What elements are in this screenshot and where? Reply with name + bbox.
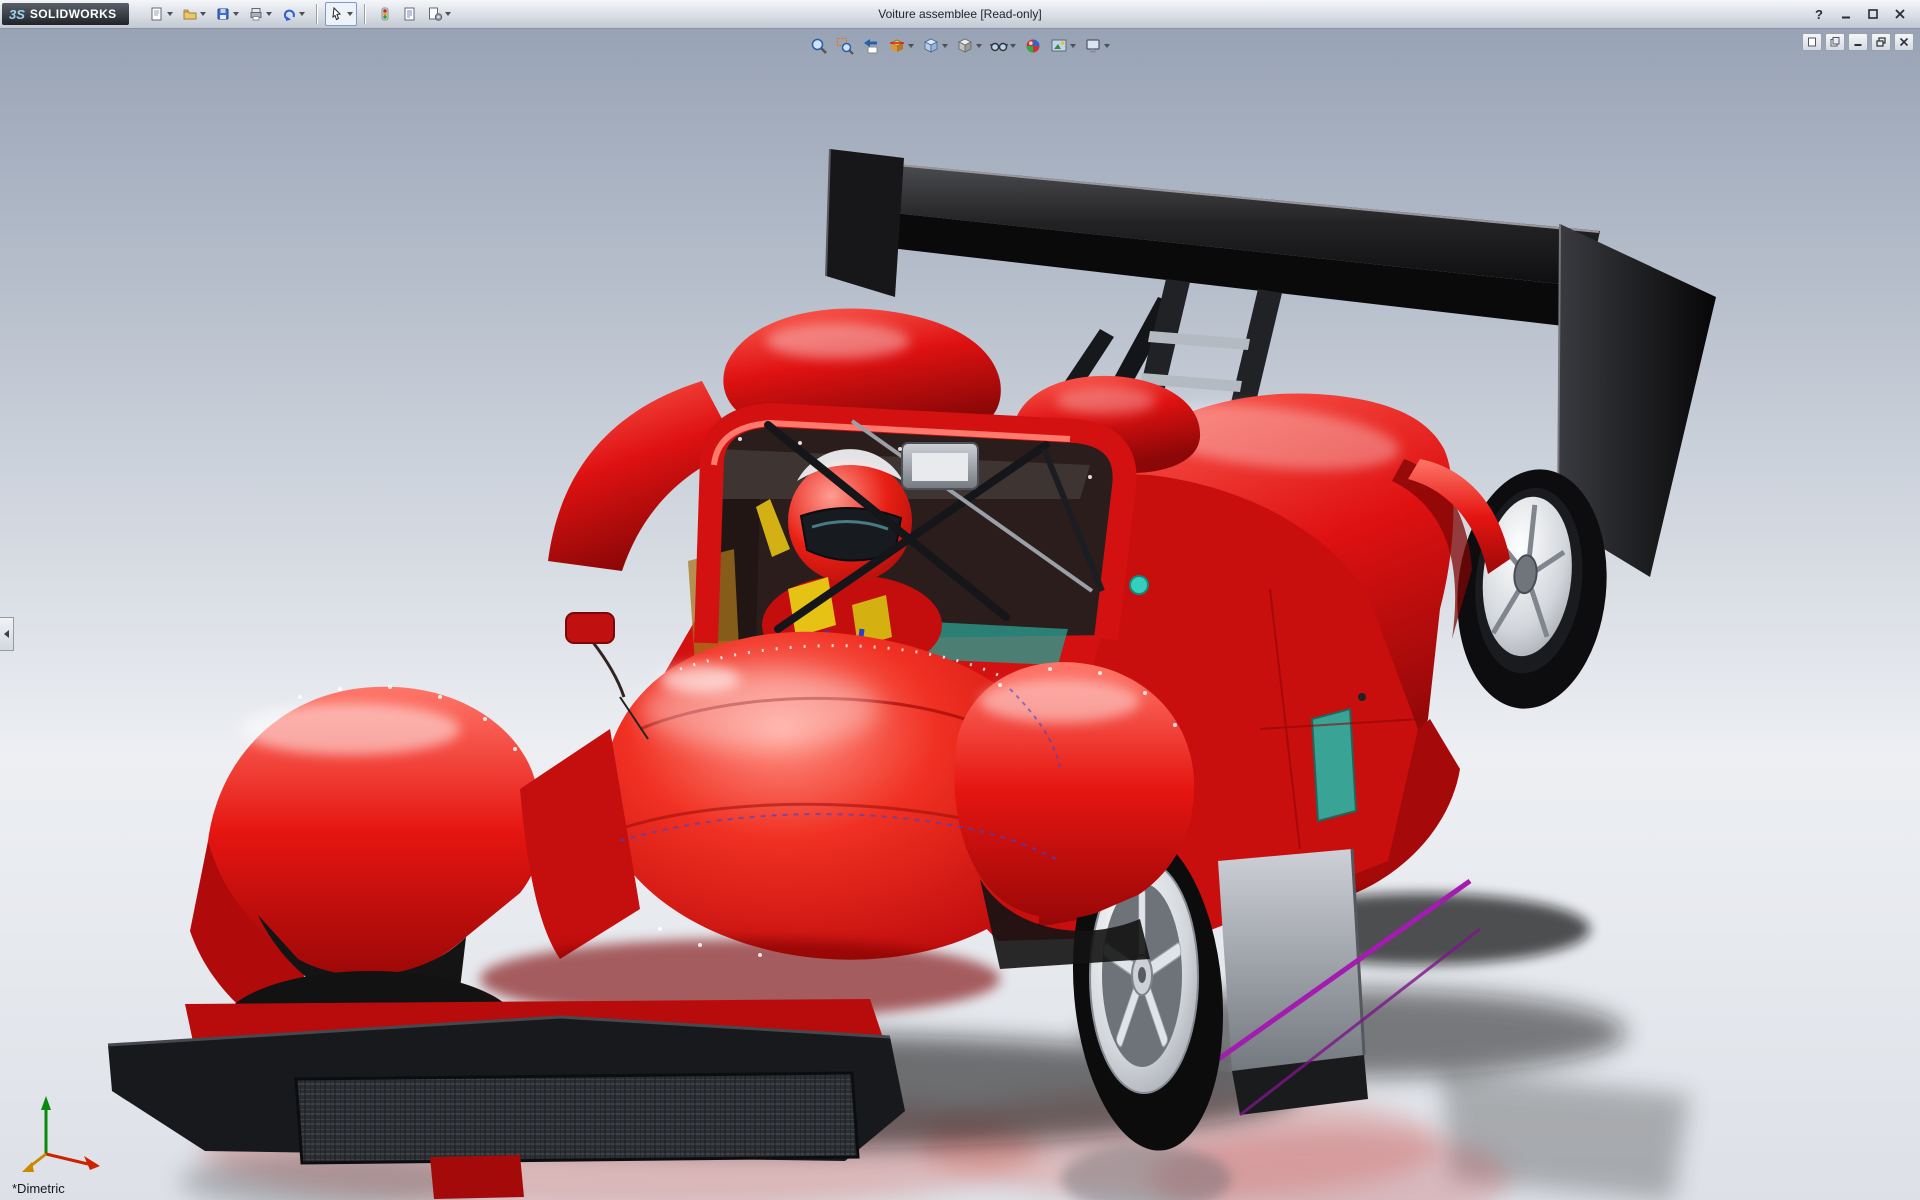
rebuild-button[interactable] [373, 2, 397, 26]
new-document-icon [149, 6, 165, 22]
chevron-left-icon [4, 630, 9, 638]
undo-icon [281, 6, 297, 22]
driver-helmet[interactable] [788, 449, 912, 583]
dropdown-caret-icon[interactable] [347, 12, 353, 16]
doc-close-icon [1899, 37, 1909, 47]
previous-view-button[interactable] [860, 34, 882, 58]
edit-appearance-button[interactable] [1022, 34, 1044, 58]
dropdown-caret-icon[interactable] [167, 12, 173, 16]
graphics-area[interactable]: *Dimetric [0, 29, 1920, 1200]
section-view-icon [888, 37, 906, 55]
dropdown-caret-icon[interactable] [942, 44, 948, 48]
doc-restore-button[interactable] [1871, 33, 1891, 51]
solidworks-logo: 3S SOLIDWORKS [2, 3, 129, 25]
doc-window-icon[interactable] [1802, 33, 1822, 51]
zoom-to-area-button[interactable] [834, 34, 856, 58]
document-window-controls [1802, 33, 1914, 51]
dropdown-caret-icon[interactable] [200, 12, 206, 16]
view-settings-button[interactable] [1082, 34, 1112, 58]
save-button[interactable] [211, 2, 243, 26]
close-icon [1894, 8, 1906, 20]
dropdown-caret-icon[interactable] [266, 12, 272, 16]
section-view-button[interactable] [886, 34, 916, 58]
doc-minimize-icon [1853, 37, 1863, 47]
maximize-icon [1867, 8, 1879, 20]
reference-triad[interactable] [16, 1092, 112, 1176]
title-bar: 3S SOLIDWORKS [0, 0, 1920, 29]
display-style-button[interactable] [954, 34, 984, 58]
dropdown-caret-icon[interactable] [908, 44, 914, 48]
dropdown-caret-icon[interactable] [976, 44, 982, 48]
open-folder-icon [182, 6, 198, 22]
document-icon [1807, 37, 1817, 47]
print-button[interactable] [244, 2, 276, 26]
dropdown-caret-icon[interactable] [1010, 44, 1016, 48]
orientation-label: *Dimetric [12, 1181, 65, 1196]
options-button[interactable] [423, 2, 455, 26]
rebuild-icon [377, 6, 393, 22]
door-latch [1358, 693, 1366, 701]
brand-name: SOLIDWORKS [30, 7, 117, 21]
help-button[interactable]: ? [1807, 4, 1831, 24]
window-controls: ? [1807, 4, 1920, 24]
open-button[interactable] [178, 2, 210, 26]
hide-show-items-button[interactable] [988, 34, 1018, 58]
view-orientation-button[interactable] [920, 34, 950, 58]
previous-view-icon [862, 37, 880, 55]
edit-appearance-icon [1024, 37, 1042, 55]
hide-show-items-icon [990, 37, 1008, 55]
dropdown-caret-icon[interactable] [1070, 44, 1076, 48]
apply-scene-button[interactable] [1048, 34, 1078, 58]
main-toolbar [145, 2, 455, 26]
undo-button[interactable] [277, 2, 309, 26]
minimize-button[interactable] [1834, 4, 1858, 24]
triad-y-axis [41, 1096, 51, 1110]
display-style-icon [956, 37, 974, 55]
dropdown-caret-icon[interactable] [1104, 44, 1110, 48]
doc-restore-icon [1876, 37, 1886, 47]
rear-view-mirror[interactable] [902, 443, 978, 489]
select-button[interactable] [325, 2, 357, 26]
triad-z-axis [22, 1162, 34, 1172]
toolbar-separator [316, 4, 318, 24]
zoom-to-fit-icon [810, 37, 828, 55]
logo-3ds-icon: 3S [9, 7, 25, 22]
panel-collapse-tab[interactable] [0, 617, 14, 651]
document-icon [1830, 37, 1840, 47]
heads-up-view-toolbar [808, 34, 1112, 58]
maximize-button[interactable] [1861, 4, 1885, 24]
radiator-mesh [296, 1073, 858, 1163]
new-document-button[interactable] [145, 2, 177, 26]
print-icon [248, 6, 264, 22]
solidworks-window: 3S SOLIDWORKS [0, 0, 1920, 1200]
dropdown-caret-icon[interactable] [299, 12, 305, 16]
file-properties-icon [402, 6, 418, 22]
doc-minimize-button[interactable] [1848, 33, 1868, 51]
view-settings-icon [1084, 37, 1102, 55]
model-scene[interactable] [0, 29, 1920, 1200]
options-icon [427, 6, 443, 22]
toolbar-separator [364, 4, 366, 24]
close-button[interactable] [1888, 4, 1912, 24]
dropdown-caret-icon[interactable] [445, 12, 451, 16]
save-icon [215, 6, 231, 22]
apply-scene-icon [1050, 37, 1068, 55]
select-cursor-icon [329, 6, 345, 22]
dropdown-caret-icon[interactable] [233, 12, 239, 16]
teal-indicator [1130, 576, 1148, 594]
zoom-to-area-icon [836, 37, 854, 55]
doc-window-icon-2[interactable] [1825, 33, 1845, 51]
view-orientation-icon [922, 37, 940, 55]
minimize-icon [1840, 8, 1852, 20]
doc-close-button[interactable] [1894, 33, 1914, 51]
file-properties-button[interactable] [398, 2, 422, 26]
zoom-to-fit-button[interactable] [808, 34, 830, 58]
